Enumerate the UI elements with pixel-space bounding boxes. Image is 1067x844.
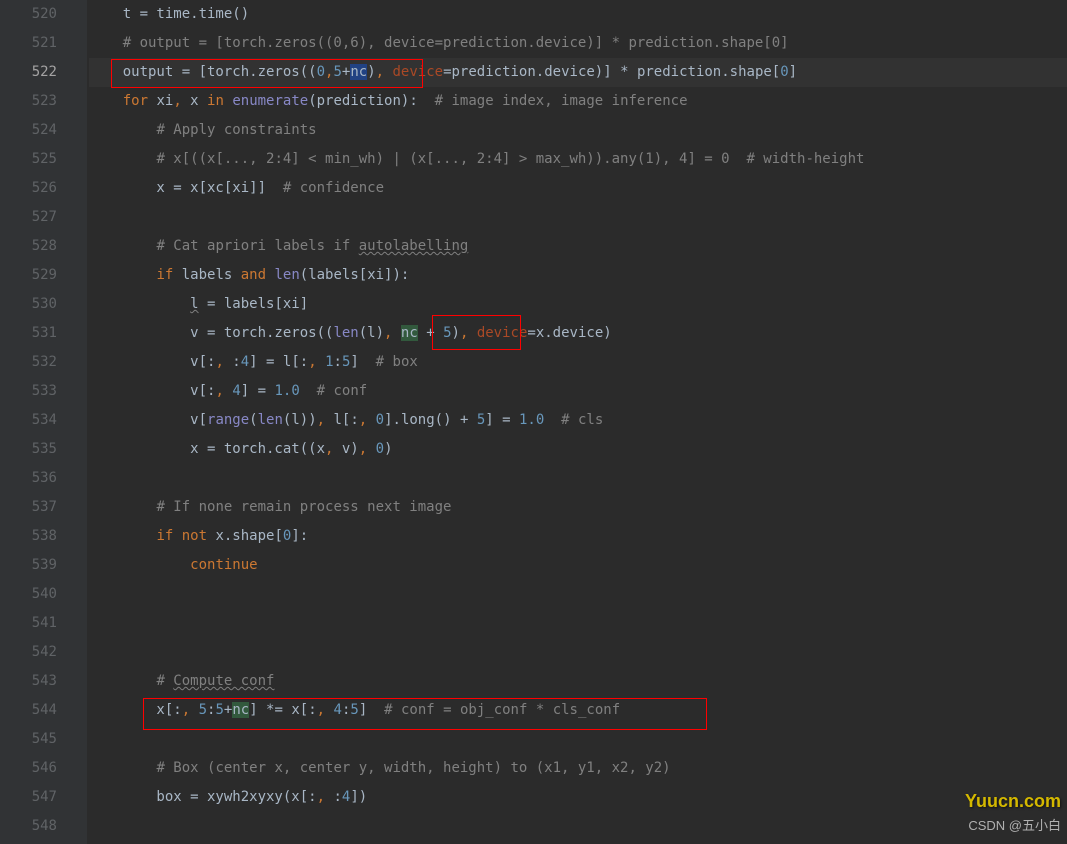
line-number: 520 <box>0 0 57 29</box>
code-area[interactable]: t = time.time() # output = [torch.zeros(… <box>75 0 1067 844</box>
code-line[interactable]: t = time.time() <box>89 0 1067 29</box>
line-number: 540 <box>0 580 57 609</box>
line-number: 545 <box>0 725 57 754</box>
code-editor[interactable]: 5205215225235245255265275285295305315325… <box>0 0 1067 844</box>
code-line[interactable]: box = xywh2xyxy(x[:, :4]) <box>89 783 1067 812</box>
line-number: 548 <box>0 812 57 841</box>
code-line[interactable]: v[:, 4] = 1.0 # conf <box>89 377 1067 406</box>
code-line[interactable]: if labels and len(labels[xi]): <box>89 261 1067 290</box>
code-line[interactable]: # Apply constraints <box>89 116 1067 145</box>
line-number: 531 <box>0 319 57 348</box>
line-number: 524 <box>0 116 57 145</box>
line-number: 529 <box>0 261 57 290</box>
line-number: 541 <box>0 609 57 638</box>
line-number: 525 <box>0 145 57 174</box>
code-line[interactable] <box>89 609 1067 638</box>
code-line-current[interactable]: output = [torch.zeros((0,5+nc), device=p… <box>89 58 1067 87</box>
code-line[interactable]: if not x.shape[0]: <box>89 522 1067 551</box>
code-line[interactable]: continue <box>89 551 1067 580</box>
line-number: 539 <box>0 551 57 580</box>
line-number: 534 <box>0 406 57 435</box>
line-number: 521 <box>0 29 57 58</box>
line-number: 543 <box>0 667 57 696</box>
line-number: 544 <box>0 696 57 725</box>
code-line[interactable] <box>89 580 1067 609</box>
code-line[interactable]: x = x[xc[xi]] # confidence <box>89 174 1067 203</box>
code-line[interactable]: # x[((x[..., 2:4] < min_wh) | (x[..., 2:… <box>89 145 1067 174</box>
code-line[interactable]: v = torch.zeros((len(l), nc + 5), device… <box>89 319 1067 348</box>
code-line[interactable] <box>89 464 1067 493</box>
code-line[interactable] <box>89 725 1067 754</box>
code-line[interactable]: # Box (center x, center y, width, height… <box>89 754 1067 783</box>
line-number: 542 <box>0 638 57 667</box>
code-line[interactable]: x[:, 5:5+nc] *= x[:, 4:5] # conf = obj_c… <box>89 696 1067 725</box>
line-number: 536 <box>0 464 57 493</box>
line-number: 535 <box>0 435 57 464</box>
code-line[interactable]: # Cat apriori labels if autolabelling <box>89 232 1067 261</box>
line-gutter: 5205215225235245255265275285295305315325… <box>0 0 75 844</box>
line-number: 533 <box>0 377 57 406</box>
code-line[interactable]: # Compute conf <box>89 667 1067 696</box>
line-number: 532 <box>0 348 57 377</box>
code-line[interactable]: v[:, :4] = l[:, 1:5] # box <box>89 348 1067 377</box>
line-number: 523 <box>0 87 57 116</box>
line-number: 527 <box>0 203 57 232</box>
line-number: 547 <box>0 783 57 812</box>
code-line[interactable]: # output = [torch.zeros((0,6), device=pr… <box>89 29 1067 58</box>
line-number: 537 <box>0 493 57 522</box>
code-line[interactable]: for xi, x in enumerate(prediction): # im… <box>89 87 1067 116</box>
code-line[interactable] <box>89 638 1067 667</box>
csdn-footer: CSDN @五小白 <box>968 811 1061 840</box>
code-line[interactable]: x = torch.cat((x, v), 0) <box>89 435 1067 464</box>
code-line[interactable]: l = labels[xi] <box>89 290 1067 319</box>
line-number: 528 <box>0 232 57 261</box>
code-line[interactable]: # If none remain process next image <box>89 493 1067 522</box>
code-line[interactable] <box>89 812 1067 841</box>
line-number: 530 <box>0 290 57 319</box>
code-line[interactable] <box>89 203 1067 232</box>
line-number: 526 <box>0 174 57 203</box>
line-number: 522 <box>0 58 57 87</box>
code-line[interactable]: v[range(len(l)), l[:, 0].long() + 5] = 1… <box>89 406 1067 435</box>
line-number: 538 <box>0 522 57 551</box>
line-number: 546 <box>0 754 57 783</box>
